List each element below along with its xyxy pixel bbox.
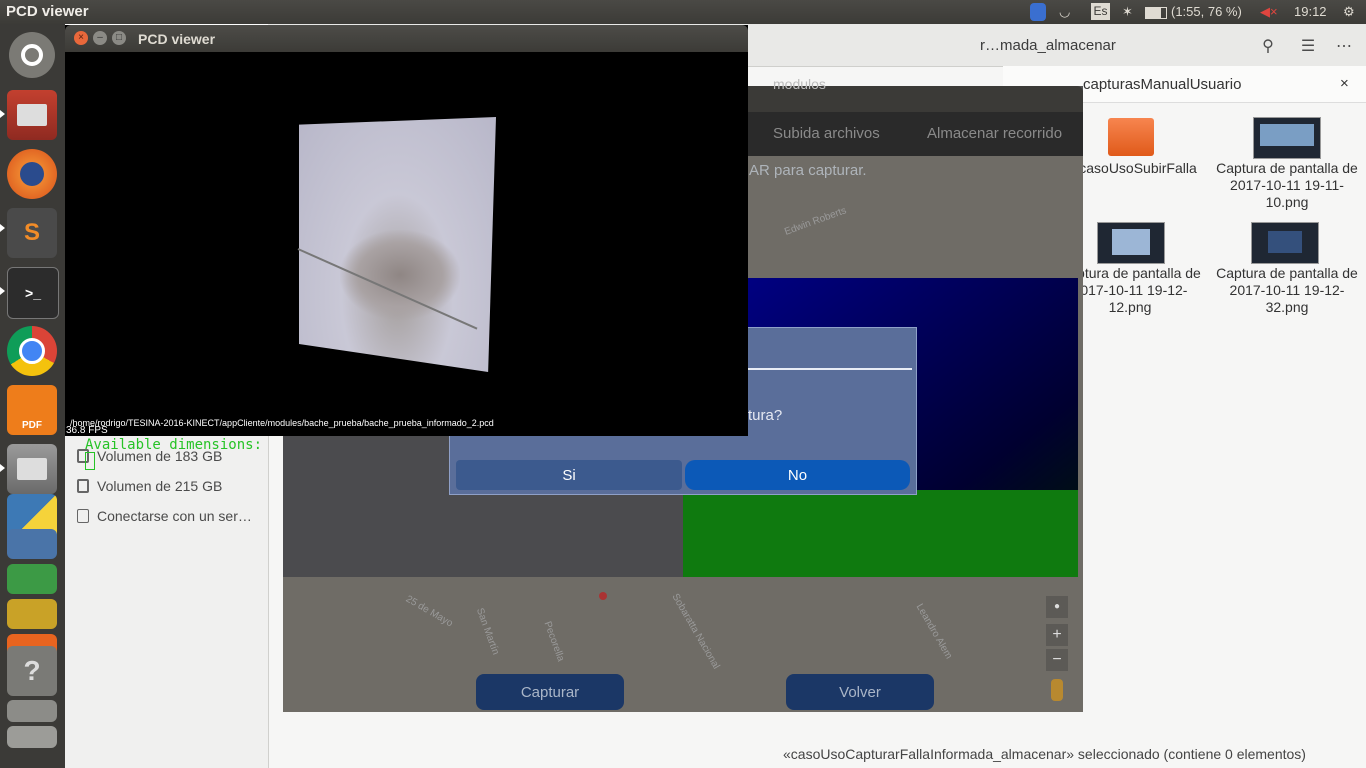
map-label: San Martín xyxy=(473,606,501,657)
map-marker-icon[interactable] xyxy=(599,592,607,600)
volume-muted-icon[interactable]: ◀× xyxy=(1260,4,1278,20)
server-icon xyxy=(77,509,89,523)
terminal-icon[interactable]: >_ xyxy=(7,267,59,319)
file-manager-sidebar: Volumen de 183 GB Volumen de 215 GB Cone… xyxy=(65,430,269,768)
chrome-icon[interactable] xyxy=(7,326,57,376)
bluetooth-icon[interactable] xyxy=(1030,3,1046,21)
pegman-icon[interactable] xyxy=(1051,679,1063,701)
image-thumbnail[interactable] xyxy=(1097,222,1165,264)
battery-icon[interactable] xyxy=(1145,7,1167,19)
clock[interactable]: 19:12 xyxy=(1294,4,1327,19)
writer-icon[interactable] xyxy=(7,529,57,559)
locate-icon[interactable]: ● xyxy=(1046,596,1068,618)
calc-icon[interactable] xyxy=(7,564,57,594)
pcd-window-title: PCD viewer xyxy=(138,31,216,47)
map-label: 25 de Mayo xyxy=(403,593,455,630)
no-button[interactable]: No xyxy=(685,460,910,490)
search-icon[interactable]: ⚲ xyxy=(1252,32,1284,60)
files-icon[interactable] xyxy=(7,90,57,140)
fps-counter: 36.8 FPS xyxy=(66,425,108,436)
folder-icon[interactable] xyxy=(1108,118,1154,156)
help-icon[interactable]: ? xyxy=(7,646,57,696)
menu-almacenar-recorrido[interactable]: Almacenar recorrido xyxy=(927,125,1062,142)
launcher: S >_ PDF ? xyxy=(0,24,65,768)
ubuntu-dash-icon[interactable] xyxy=(9,32,55,78)
sublime-text-icon[interactable]: S xyxy=(7,208,57,258)
capture-button[interactable]: Capturar xyxy=(476,674,624,710)
yes-button[interactable]: Si xyxy=(456,460,682,490)
dialog-divider xyxy=(748,368,912,370)
capture-hint: AR para capturar. xyxy=(749,162,867,179)
drive-icon xyxy=(77,479,89,493)
pcd-file-path: /home/rodrigo/TESINA-2016-KINECT/appClie… xyxy=(70,418,494,428)
map-label: Edwin Roberts xyxy=(783,205,848,238)
firefox-icon[interactable] xyxy=(7,149,57,199)
tools-icon[interactable] xyxy=(7,599,57,629)
bluetooth-off-icon[interactable]: ✶ xyxy=(1122,4,1133,20)
console-cursor xyxy=(85,452,95,470)
keyboard-layout-indicator[interactable]: Es xyxy=(1091,3,1110,20)
zoom-out-button[interactable]: − xyxy=(1046,649,1068,671)
status-bar: «casoUsoCapturarFallaInformada_almacenar… xyxy=(273,740,1366,768)
sidebar-item-volume-215[interactable]: Volumen de 215 GB xyxy=(77,478,222,494)
dialog-question: tura? xyxy=(748,407,783,424)
tab-title[interactable]: capturasManualUsuario xyxy=(1083,76,1241,93)
file-item-image[interactable]: Captura de pantalla de 2017-10-11 19-12-… xyxy=(1212,265,1362,316)
battery-text[interactable]: (1:55, 76 %) xyxy=(1171,4,1242,19)
wifi-icon[interactable]: ◡ xyxy=(1059,4,1070,20)
image-thumbnail[interactable] xyxy=(1253,117,1321,159)
console-text: Available dimensions: xyxy=(85,437,263,453)
map-label: Leandro Alem xyxy=(913,602,955,661)
tab-close-icon[interactable]: × xyxy=(1340,75,1349,92)
active-app-title: PCD viewer xyxy=(6,3,89,20)
back-button[interactable]: Volver xyxy=(786,674,934,710)
file-item-image[interactable]: Captura de pantalla de 2017-10-11 19-11-… xyxy=(1212,160,1362,211)
depth-ground xyxy=(683,490,1078,577)
map-label: Pecorella xyxy=(541,620,567,663)
image-thumbnail[interactable] xyxy=(1251,222,1319,264)
trash-icon[interactable] xyxy=(7,726,57,748)
app-window-title: modulos xyxy=(773,76,826,92)
pcd-viewer-titlebar[interactable]: × – □ PCD viewer xyxy=(65,25,748,52)
file-item-folder[interactable]: casoUsoSubirFalla xyxy=(1063,160,1213,177)
status-text: «casoUsoCapturarFallaInformada_almacenar… xyxy=(783,746,1306,762)
close-icon[interactable]: × xyxy=(74,31,88,45)
list-view-icon[interactable]: ☰ xyxy=(1292,32,1324,60)
maximize-icon[interactable]: □ xyxy=(112,31,126,45)
zoom-in-button[interactable]: + xyxy=(1046,624,1068,646)
files-icon-2[interactable] xyxy=(7,444,57,494)
gear-icon[interactable]: ⚙ xyxy=(1343,4,1355,20)
menu-subida-archivos[interactable]: Subida archivos xyxy=(773,125,880,142)
foxit-pdf-icon[interactable]: PDF xyxy=(7,385,57,435)
top-panel: PCD viewer ◡ Es ✶ (1:55, 76 %) ◀× 19:12 … xyxy=(0,0,1366,24)
sidebar-item-connect-server[interactable]: Conectarse con un ser… xyxy=(77,508,252,524)
map-label: Sobaratta Nacional xyxy=(669,591,722,672)
grid-view-icon[interactable]: ⋯ xyxy=(1328,32,1360,60)
workspace-icon[interactable] xyxy=(7,700,57,722)
path-segment[interactable]: r…mada_almacenar xyxy=(980,37,1116,54)
minimize-icon[interactable]: – xyxy=(93,31,107,45)
